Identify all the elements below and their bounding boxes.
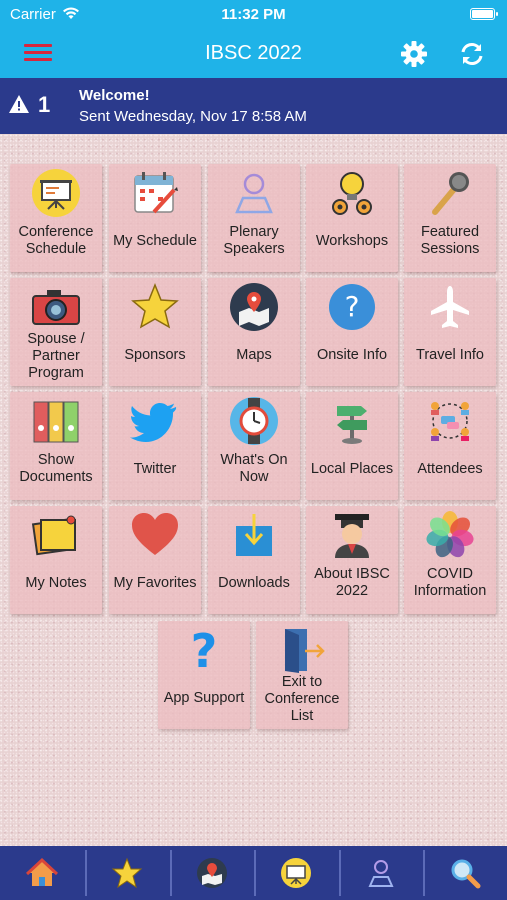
tab-home[interactable]: [0, 846, 84, 900]
tile-maps[interactable]: Maps: [208, 278, 300, 386]
svg-text:?: ?: [345, 290, 360, 323]
tile-label: Twitter: [133, 461, 177, 477]
binders-icon: [33, 401, 79, 443]
tile-label: Conference Schedule: [18, 224, 94, 257]
tile-label: Maps: [236, 347, 272, 363]
camera-icon: [32, 290, 80, 325]
question-circle-icon: ?: [329, 284, 375, 330]
tile-my-notes[interactable]: My Notes: [10, 506, 102, 614]
tile-grid: Conference Schedule My Schedule Plenary …: [0, 134, 507, 846]
tile-onsite-info[interactable]: ? Onsite Info: [306, 278, 398, 386]
tile-label: What's On Now: [220, 452, 288, 485]
tile-twitter[interactable]: Twitter: [109, 392, 201, 500]
presentation-icon: [281, 858, 311, 888]
tile-local-places[interactable]: Local Places: [306, 392, 398, 500]
speaker-icon: [368, 860, 394, 887]
tab-maps[interactable]: [170, 846, 254, 900]
exit-door-icon: [285, 629, 325, 673]
tile-label: COVID Information: [413, 566, 487, 599]
tile-plenary-speakers[interactable]: Plenary Speakers: [208, 164, 300, 272]
search-icon: [451, 859, 481, 889]
tab-schedule[interactable]: [254, 846, 338, 900]
tile-label: Workshops: [315, 233, 389, 249]
notification-subtitle: Sent Wednesday, Nov 17 8:58 AM: [79, 108, 307, 125]
map-pin-icon: [197, 858, 227, 888]
tab-favorites[interactable]: [85, 846, 169, 900]
twitter-icon: [130, 403, 177, 442]
notification-count: 1: [38, 92, 51, 117]
tile-show-documents[interactable]: Show Documents: [10, 392, 102, 500]
tile-label: Local Places: [310, 461, 394, 477]
notification-banner[interactable]: 1 Welcome! Sent Wednesday, Nov 17 8:58 A…: [0, 78, 507, 134]
microphone-icon: [432, 172, 469, 215]
tile-label: Travel Info: [416, 347, 484, 363]
tile-covid-information[interactable]: COVID Information: [404, 506, 496, 614]
svg-text:?: ?: [191, 625, 218, 675]
question-mark-icon: ?: [191, 625, 218, 675]
map-pin-icon: [230, 283, 278, 331]
graduate-icon: [335, 514, 369, 558]
tile-spouse-partner-program[interactable]: Spouse / Partner Program: [10, 278, 102, 386]
tab-search[interactable]: [423, 846, 507, 900]
gear-icon[interactable]: [400, 40, 428, 68]
tile-label: Plenary Speakers: [223, 224, 285, 257]
tile-whats-on-now[interactable]: What's On Now: [208, 392, 300, 500]
tile-label: App Support: [163, 690, 245, 706]
tile-exit-to-conference-list[interactable]: Exit to Conference List: [256, 621, 348, 729]
clock-time: 11:32 PM: [221, 6, 286, 23]
bottom-tab-bar: [0, 846, 507, 900]
tile-label: About IBSC 2022: [314, 566, 390, 599]
status-bar: Carrier 11:32 PM: [0, 0, 507, 30]
flower-icon: [426, 511, 474, 558]
airplane-icon: [431, 286, 469, 328]
notification-title: Welcome!: [79, 87, 150, 104]
tile-my-schedule[interactable]: My Schedule: [109, 164, 201, 272]
tile-attendees[interactable]: Attendees: [404, 392, 496, 500]
download-box-icon: [236, 514, 272, 556]
tile-featured-sessions[interactable]: Featured Sessions: [404, 164, 496, 272]
speaker-icon: [235, 173, 273, 214]
battery-icon: [470, 8, 498, 20]
tile-label: My Notes: [25, 575, 87, 591]
signpost-icon: [337, 406, 367, 444]
tile-sponsors[interactable]: Sponsors: [109, 278, 201, 386]
tile-label: Exit to Conference List: [264, 674, 340, 724]
star-icon: [111, 857, 143, 889]
presentation-icon: [32, 169, 80, 217]
tile-label: Attendees: [417, 461, 483, 477]
tile-label: Downloads: [218, 575, 290, 591]
tile-my-favorites[interactable]: My Favorites: [109, 506, 201, 614]
sticky-note-icon: [31, 515, 76, 556]
tab-speakers[interactable]: [339, 846, 423, 900]
refresh-icon[interactable]: [458, 40, 486, 68]
tile-label: Sponsors: [124, 347, 186, 363]
warning-icon: [9, 95, 29, 113]
tile-app-support[interactable]: ? App Support: [158, 621, 250, 729]
tile-label: Featured Sessions: [420, 224, 480, 257]
heart-icon: [132, 513, 178, 555]
tile-label: My Schedule: [113, 233, 197, 249]
calendar-icon: [134, 172, 178, 214]
tile-label: Spouse / Partner Program: [27, 331, 85, 381]
tile-label: Onsite Info: [316, 347, 388, 363]
people-network-icon: [431, 402, 469, 441]
tile-label: My Favorites: [113, 575, 197, 591]
star-icon: [131, 282, 179, 329]
app-header: IBSC 2022: [0, 30, 507, 78]
tile-travel-info[interactable]: Travel Info: [404, 278, 496, 386]
tile-about-ibsc[interactable]: About IBSC 2022: [306, 506, 398, 614]
watch-icon: [230, 397, 278, 445]
page-title: IBSC 2022: [205, 42, 302, 64]
home-icon: [26, 857, 58, 886]
tile-workshops[interactable]: Workshops: [306, 164, 398, 272]
tile-label: Show Documents: [19, 452, 93, 485]
tile-downloads[interactable]: Downloads: [208, 506, 300, 614]
lightbulb-gears-icon: [332, 172, 372, 215]
tile-conference-schedule[interactable]: Conference Schedule: [10, 164, 102, 272]
